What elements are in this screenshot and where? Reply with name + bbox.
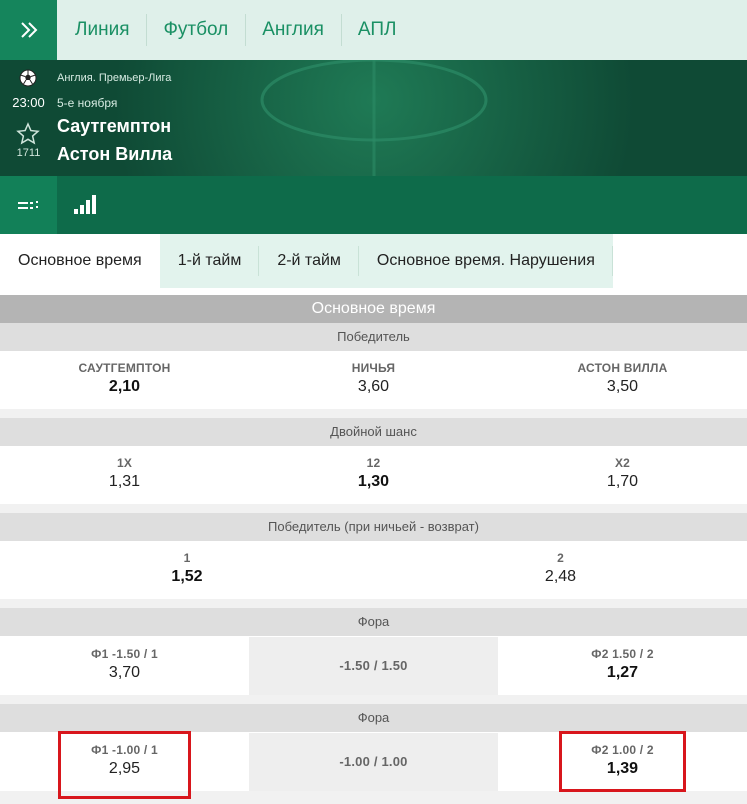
handicap-line: -1.00 / 1.00 xyxy=(249,733,498,791)
handicap-line-label: -1.50 / 1.50 xyxy=(339,658,408,673)
odd-value: 3,60 xyxy=(357,378,390,395)
odd-1x[interactable]: 1X 1,31 xyxy=(0,446,249,504)
highlight-box-away xyxy=(559,731,686,792)
odd-draw[interactable]: НИЧЬЯ 3,60 xyxy=(249,351,498,409)
tab-main-time-fouls[interactable]: Основное время. Нарушения xyxy=(358,234,613,288)
match-toolbar xyxy=(0,176,747,234)
outcome-label: Ф1 -1.50 / 1 xyxy=(91,647,158,661)
scoreboard-toggle-button[interactable] xyxy=(0,176,57,234)
market-title-double-chance: Двойной шанс xyxy=(0,418,747,446)
odd-away-win[interactable]: АСТОН ВИЛЛА 3,50 xyxy=(498,351,747,409)
period-tabs: Основное время 1-й тайм 2-й тайм Основно… xyxy=(0,234,747,288)
league-name: Англия. Премьер-Лига xyxy=(57,72,172,84)
section-title: Основное время xyxy=(0,295,747,323)
match-header: 23:00 1711 Англия. Премьер-Лига 5-е нояб… xyxy=(0,60,747,176)
outcome-label: 1X xyxy=(116,456,133,470)
market-title-handicap: Фора xyxy=(0,704,747,732)
breadcrumb-line[interactable]: Линия xyxy=(57,0,146,60)
outcome-label: АСТОН ВИЛЛА xyxy=(577,361,668,375)
odd-dnb-2[interactable]: 2 2,48 xyxy=(374,541,747,599)
odd-value: 2,48 xyxy=(544,568,577,585)
tab-main-time[interactable]: Основное время xyxy=(0,234,160,288)
handicap-line-label: -1.00 / 1.00 xyxy=(339,754,408,769)
market-title-winner: Победитель xyxy=(0,323,747,351)
odd-value: 1,31 xyxy=(108,473,141,490)
odd-value: 1,27 xyxy=(606,664,639,681)
expand-menu-button[interactable] xyxy=(0,0,57,60)
outcome-label: 12 xyxy=(366,456,381,470)
odd-value: 2,10 xyxy=(108,378,141,395)
match-time: 23:00 xyxy=(12,95,45,110)
highlight-box-home xyxy=(58,731,191,799)
match-id: 1711 xyxy=(16,147,41,159)
breadcrumb: Линия Футбол Англия АПЛ xyxy=(0,0,747,60)
odd-handicap-away[interactable]: Ф2 1.50 / 2 1,27 xyxy=(498,637,747,695)
odd-handicap-home[interactable]: Ф1 -1.50 / 1 3,70 xyxy=(0,637,249,695)
divider xyxy=(0,599,747,608)
home-team: Саутгемптон xyxy=(57,116,172,136)
odd-dnb-1[interactable]: 1 1,52 xyxy=(0,541,374,599)
away-team: Астон Вилла xyxy=(57,144,173,164)
odd-value: 1,52 xyxy=(171,568,203,585)
divider xyxy=(0,409,747,418)
odd-value: 3,50 xyxy=(606,378,639,395)
divider xyxy=(0,504,747,513)
match-meta: 23:00 1711 xyxy=(0,60,57,176)
breadcrumb-england[interactable]: Англия xyxy=(245,0,341,60)
market-title-handicap: Фора xyxy=(0,608,747,636)
outcome-label: 1 xyxy=(183,551,191,565)
outcome-label: 2 xyxy=(557,551,564,565)
outcome-label: X2 xyxy=(614,456,631,470)
handicap-line: -1.50 / 1.50 xyxy=(249,637,498,695)
market-row-handicap-1-5: Ф1 -1.50 / 1 3,70 -1.50 / 1.50 Ф2 1.50 /… xyxy=(0,637,747,695)
odd-value: 3,70 xyxy=(108,664,141,681)
market-row-draw-no-bet: 1 1,52 2 2,48 xyxy=(0,541,747,599)
match-date: 5-е ноября xyxy=(57,96,118,110)
tab-first-half[interactable]: 1-й тайм xyxy=(159,234,260,288)
tab-second-half[interactable]: 2-й тайм xyxy=(259,234,359,288)
market-row-double-chance: 1X 1,31 12 1,30 X2 1,70 xyxy=(0,446,747,504)
odd-value: 1,30 xyxy=(357,473,390,490)
favorite-star-icon[interactable] xyxy=(16,122,40,146)
double-chevron-right-icon xyxy=(20,22,37,38)
odd-12[interactable]: 12 1,30 xyxy=(249,446,498,504)
breadcrumb-epl[interactable]: АПЛ xyxy=(340,0,414,60)
outcome-label: Ф2 1.50 / 2 xyxy=(591,647,654,661)
odd-x2[interactable]: X2 1,70 xyxy=(498,446,747,504)
score-icon xyxy=(17,201,38,209)
divider xyxy=(0,695,747,704)
odd-home-win[interactable]: САУТГЕМПТОН 2,10 xyxy=(0,351,249,409)
statistics-icon[interactable] xyxy=(74,195,96,215)
odd-value: 1,70 xyxy=(606,473,639,490)
outcome-label: НИЧЬЯ xyxy=(351,361,396,375)
market-title-draw-no-bet: Победитель (при ничьей - возврат) xyxy=(0,513,747,541)
breadcrumb-football[interactable]: Футбол xyxy=(146,0,245,60)
market-row-winner: САУТГЕМПТОН 2,10 НИЧЬЯ 3,60 АСТОН ВИЛЛА … xyxy=(0,351,747,409)
outcome-label: САУТГЕМПТОН xyxy=(78,361,171,375)
football-icon xyxy=(19,69,37,87)
